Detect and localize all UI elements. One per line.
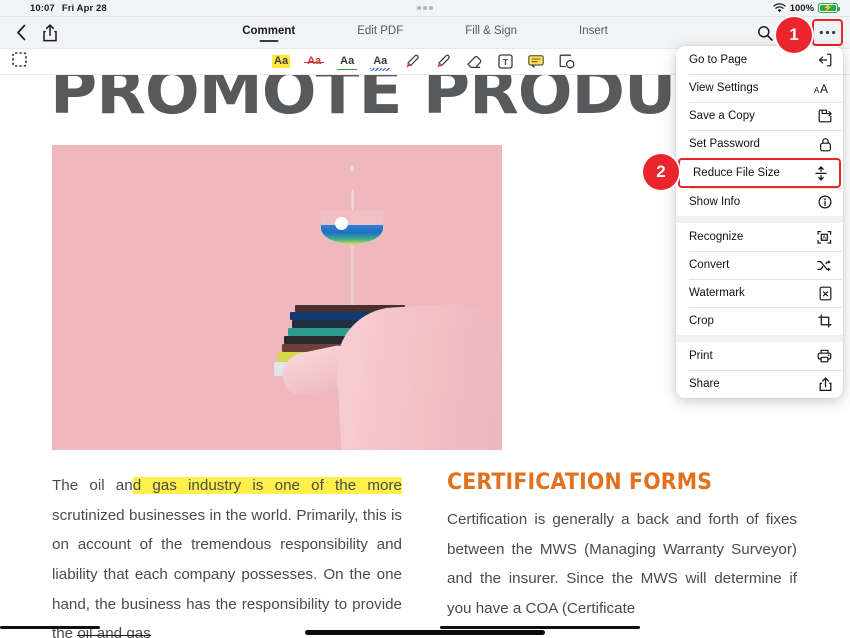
menu-separator-2 bbox=[676, 335, 843, 342]
battery-charging-icon: ⚡ bbox=[818, 3, 840, 13]
select-area-icon[interactable] bbox=[0, 51, 27, 72]
ipad-screen: 10:07 Fri Apr 28 100% ⚡ Comment Edit PDF bbox=[0, 0, 850, 638]
liquid-stream bbox=[351, 189, 354, 211]
menu-item-show-info[interactable]: Show Info bbox=[676, 188, 843, 216]
menu-label: Show Info bbox=[689, 196, 741, 208]
info-circle-icon bbox=[818, 195, 832, 209]
more-ellipsis-icon[interactable] bbox=[812, 19, 843, 46]
cocktail-glass-stem bbox=[351, 245, 354, 311]
convert-shuffle-icon bbox=[817, 259, 832, 272]
menu-item-watermark[interactable]: Watermark bbox=[676, 279, 843, 307]
share-upload-icon bbox=[819, 376, 832, 392]
menu-label: Set Password bbox=[689, 138, 760, 150]
squiggly-underline-tool[interactable]: Aa bbox=[370, 55, 391, 71]
save-copy-icon bbox=[818, 109, 832, 123]
menu-item-crop[interactable]: Crop bbox=[676, 307, 843, 335]
annotation-tool-group: Aa Aa Aa Aa T bbox=[272, 54, 575, 71]
menu-label: Reduce File Size bbox=[693, 167, 780, 179]
menu-label: Watermark bbox=[689, 287, 745, 299]
print-icon bbox=[817, 349, 832, 363]
menu-label: Share bbox=[689, 378, 720, 390]
svg-text:T: T bbox=[503, 57, 509, 67]
battery-percent-label: 100% bbox=[789, 2, 814, 14]
eraser-tool[interactable] bbox=[466, 54, 483, 69]
menu-item-recognize[interactable]: Recognize A bbox=[676, 223, 843, 251]
svg-text:A: A bbox=[820, 82, 828, 95]
menu-item-convert[interactable]: Convert bbox=[676, 251, 843, 279]
tab-insert[interactable]: Insert bbox=[579, 25, 608, 40]
ink-stroke-bottom-right[interactable] bbox=[440, 626, 640, 630]
cocktail-glass-bowl bbox=[320, 211, 384, 245]
multitasking-dots-icon[interactable] bbox=[417, 6, 433, 10]
menu-label: Crop bbox=[689, 315, 714, 327]
go-to-page-icon bbox=[818, 53, 832, 67]
gloved-hand bbox=[334, 301, 502, 450]
tab-fill-and-sign[interactable]: Fill & Sign bbox=[465, 25, 517, 40]
menu-separator bbox=[676, 216, 843, 223]
menu-label: Save a Copy bbox=[689, 110, 755, 122]
view-settings-icon: AA bbox=[814, 82, 832, 95]
menu-label: Print bbox=[689, 350, 713, 362]
watermark-icon bbox=[819, 286, 832, 301]
crop-icon bbox=[818, 314, 832, 328]
underline-tool[interactable]: Aa bbox=[337, 55, 358, 70]
body-text-left-column: The oil and gas industry is one of the m… bbox=[52, 471, 402, 638]
highlight-annotation-1[interactable]: d gas industry is bbox=[132, 477, 275, 494]
tab-comment[interactable]: Comment bbox=[242, 25, 295, 40]
status-bar-center bbox=[0, 0, 850, 17]
callout-badge-1: 1 bbox=[776, 17, 812, 53]
body-text-right-column: CERTIFICATION FORMS Certification is gen… bbox=[447, 470, 797, 624]
liquid-droplet-icon bbox=[350, 165, 354, 172]
app-top-bar: Comment Edit PDF Fill & Sign Insert bbox=[0, 17, 850, 49]
menu-item-go-to-page[interactable]: Go to Page bbox=[676, 46, 843, 74]
right-text-body: Certification is generally a back and fo… bbox=[447, 511, 797, 618]
ios-status-bar: 10:07 Fri Apr 28 100% ⚡ bbox=[0, 0, 850, 17]
mode-tabs: Comment Edit PDF Fill & Sign Insert bbox=[0, 25, 850, 40]
menu-item-share[interactable]: Share bbox=[676, 370, 843, 398]
left-text-plain-1: The oil an bbox=[52, 477, 133, 494]
menu-item-reduce-file-size[interactable]: Reduce File Size bbox=[678, 158, 841, 188]
section-heading: CERTIFICATION FORMS bbox=[447, 470, 713, 495]
lock-icon bbox=[819, 137, 832, 152]
svg-text:A: A bbox=[822, 235, 826, 241]
more-options-menu: Go to Page View Settings AA Save a Copy … bbox=[676, 46, 843, 398]
menu-label: View Settings bbox=[689, 82, 759, 94]
menu-label: Go to Page bbox=[689, 54, 748, 66]
menu-item-view-settings[interactable]: View Settings AA bbox=[676, 74, 843, 102]
reduce-file-size-icon bbox=[814, 165, 828, 181]
ocr-recognize-icon: A bbox=[817, 230, 832, 245]
page-photo bbox=[52, 145, 502, 450]
tab-edit-pdf[interactable]: Edit PDF bbox=[357, 25, 403, 40]
callout-badge-2: 2 bbox=[643, 154, 679, 190]
status-bar-right: 100% ⚡ bbox=[772, 2, 840, 14]
stamp-shape-tool[interactable] bbox=[559, 54, 575, 69]
strikethrough-tool[interactable]: Aa bbox=[304, 55, 325, 68]
menu-item-save-a-copy[interactable]: Save a Copy bbox=[676, 102, 843, 130]
sticky-note-tool[interactable] bbox=[528, 55, 544, 68]
menu-item-print[interactable]: Print bbox=[676, 342, 843, 370]
highlight-tool[interactable]: Aa bbox=[272, 55, 291, 68]
highlight-annotation-2[interactable]: one of the more bbox=[274, 477, 402, 494]
left-text-body: scrutinized businesses in the world. Pri… bbox=[52, 506, 402, 638]
pen-tool[interactable] bbox=[404, 54, 420, 70]
search-icon[interactable] bbox=[757, 25, 773, 41]
menu-item-set-password[interactable]: Set Password bbox=[676, 130, 843, 158]
menu-label: Convert bbox=[689, 259, 730, 271]
home-indicator[interactable] bbox=[305, 630, 545, 635]
highlighter-pen-tool[interactable] bbox=[435, 54, 451, 70]
wifi-icon bbox=[772, 3, 786, 13]
text-box-tool[interactable]: T bbox=[498, 54, 513, 69]
ink-stroke-bottom-left[interactable] bbox=[0, 626, 100, 630]
menu-label: Recognize bbox=[689, 231, 744, 243]
